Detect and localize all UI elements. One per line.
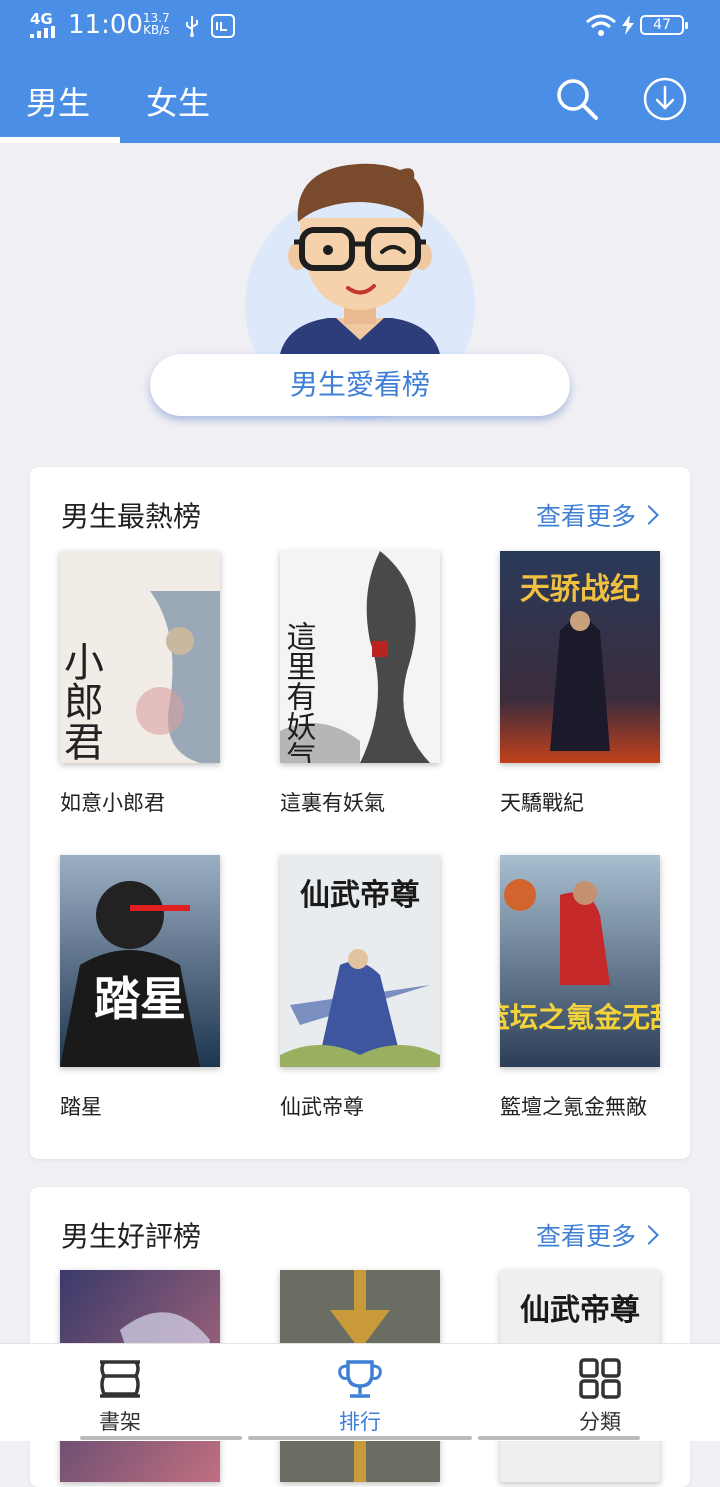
app-notification-icon [211, 14, 235, 38]
tab-active-indicator [0, 137, 120, 143]
book-item[interactable]: 篮坛之氪金无敌 籃壇之氪金無敵 [481, 855, 678, 1121]
book-title: 籃壇之氪金無敵 [500, 1095, 647, 1119]
nav-label: 書架 [99, 1410, 141, 1434]
gesture-bar [248, 1436, 472, 1440]
section-title: 男生好評榜 [61, 1220, 202, 1253]
book-item[interactable]: 這里有妖气 這裏有妖氣 [280, 551, 442, 817]
search-icon[interactable] [554, 76, 600, 122]
bottom-navigation: 書架 排行 分類 [0, 1343, 720, 1441]
chevron-right-icon [639, 505, 659, 525]
cover-title: 踏星 [94, 972, 186, 1026]
book-cover[interactable]: 這里有妖气 [280, 551, 440, 771]
signal-icon [30, 26, 55, 38]
book-title: 這裏有妖氣 [280, 791, 385, 815]
male-hottest-section: 男生最熱榜 查看更多 小郎君 如意小郎君 這里有妖气 這裏有妖氣 天骄战纪 天驕… [30, 467, 690, 1159]
male-best-rated-section: 男生好評榜 查看更多 仙武帝尊 [30, 1187, 690, 1487]
cover-title: 天骄战纪 [520, 572, 640, 607]
boy-avatar-illustration [280, 163, 440, 354]
bookshelf-icon [100, 1360, 140, 1398]
book-title: 如意小郎君 [60, 791, 165, 815]
chevron-right-icon [639, 1225, 659, 1245]
book-title: 仙武帝尊 [280, 1095, 364, 1119]
book-cover[interactable]: 小郎君 [57, 551, 220, 763]
charging-icon [622, 15, 634, 35]
book-cover[interactable]: 篮坛之氪金无敌 [481, 855, 678, 1067]
cover-title: 這里有妖气 [281, 621, 317, 763]
network-speed-unit: KB/s [143, 23, 170, 37]
view-more-link[interactable]: 查看更多 [535, 497, 659, 533]
cover-title: 小郎君 [60, 641, 103, 761]
usb-icon [186, 16, 198, 37]
nav-ranking[interactable]: 排行 [300, 1358, 420, 1436]
male-favorites-button[interactable]: 男生愛看榜 [150, 354, 570, 416]
network-speed: 13.7 KB/s [143, 12, 170, 36]
trophy-icon [338, 1360, 382, 1398]
nav-label: 分類 [579, 1410, 621, 1434]
nav-category[interactable]: 分類 [540, 1358, 660, 1436]
tab-male[interactable]: 男生 [26, 78, 90, 124]
download-icon[interactable] [642, 76, 688, 122]
battery-indicator: 47 [640, 15, 688, 35]
view-more-label: 查看更多 [535, 502, 636, 531]
clock: 11:00 [68, 10, 143, 40]
gesture-bar [478, 1436, 640, 1440]
book-item[interactable]: 天骄战纪 天驕戰紀 [500, 551, 662, 817]
cover-title: 仙武帝尊 [300, 878, 420, 913]
book-item[interactable]: 踏星 踏星 [60, 855, 222, 1121]
cover-title: 篮坛之氪金无敌 [500, 1001, 660, 1034]
book-cover[interactable]: 天骄战纪 [500, 551, 660, 763]
book-item[interactable]: 仙武帝尊 仙武帝尊 [280, 855, 442, 1121]
view-more-label: 查看更多 [535, 1222, 636, 1251]
cover-title: 仙武帝尊 [520, 1293, 640, 1328]
app-header: 4G 11:00 13.7 KB/s 47 男生 女生 [0, 0, 720, 143]
view-more-link[interactable]: 查看更多 [535, 1217, 659, 1253]
status-bar: 4G 11:00 13.7 KB/s 47 [0, 0, 720, 52]
book-cover[interactable]: 仙武帝尊 [280, 855, 440, 1067]
book-title: 踏星 [60, 1095, 102, 1119]
book-item[interactable]: 小郎君 如意小郎君 [57, 551, 222, 817]
nav-bookshelf[interactable]: 書架 [60, 1358, 180, 1436]
category-grid-icon [579, 1358, 621, 1399]
book-title: 天驕戰紀 [500, 791, 584, 815]
nav-label: 排行 [339, 1410, 381, 1434]
book-cover[interactable]: 踏星 [60, 855, 220, 1067]
tab-female[interactable]: 女生 [146, 78, 210, 124]
section-title: 男生最熱榜 [61, 500, 202, 533]
gesture-bar [80, 1436, 242, 1440]
wifi-icon [586, 14, 616, 36]
